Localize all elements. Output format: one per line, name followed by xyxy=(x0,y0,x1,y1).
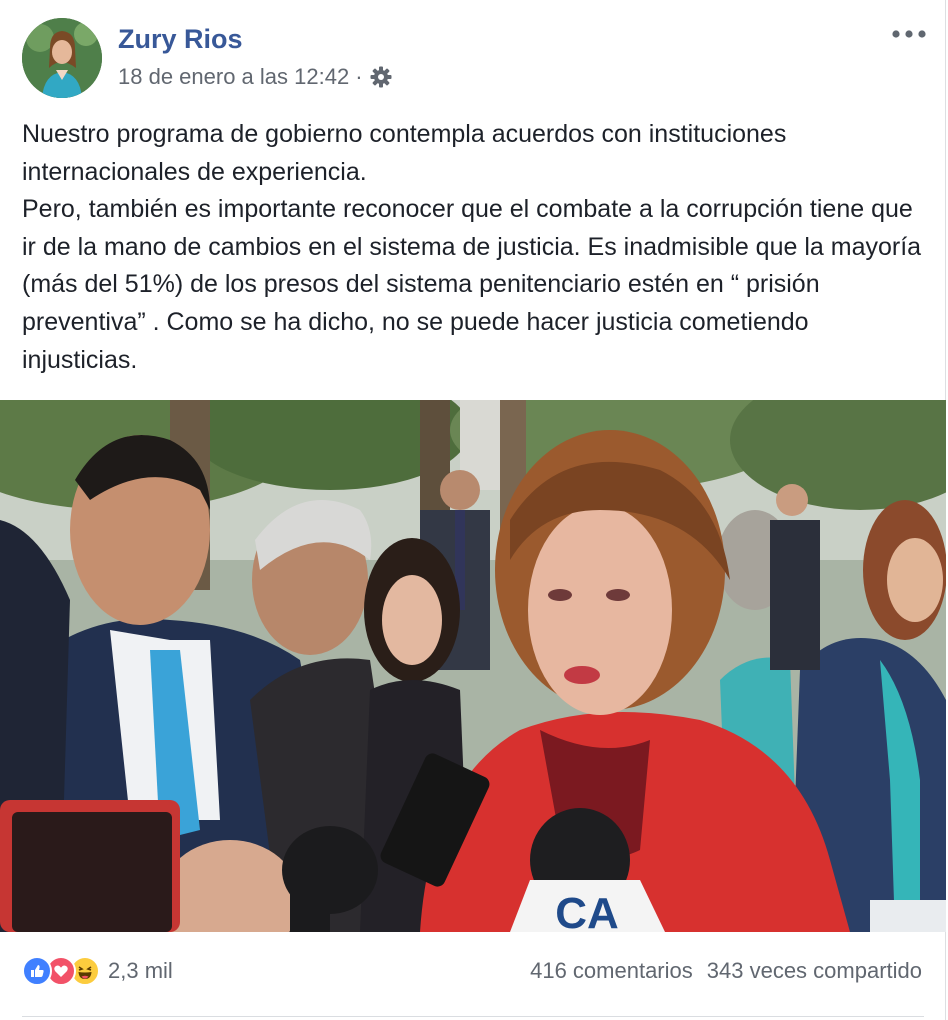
footer-divider xyxy=(22,1016,924,1017)
reaction-count: 2,3 mil xyxy=(108,958,173,983)
post-meta: 18 de enero a las 12:42 · xyxy=(118,64,393,90)
gear-icon[interactable] xyxy=(369,65,393,89)
post-footer: 2,3 mil 416 comentarios 343 veces compar… xyxy=(0,932,946,1020)
post-message: Nuestro programa de gobierno contempla a… xyxy=(22,116,927,379)
comments-count-link[interactable]: 416 comentarios xyxy=(530,958,693,984)
post-timestamp[interactable]: 18 de enero a las 12:42 xyxy=(118,64,349,90)
engagement-stats: 416 comentarios 343 veces compartido xyxy=(530,958,922,984)
post-photo[interactable]: CA xyxy=(0,400,946,932)
author-name[interactable]: Zury Rios xyxy=(118,24,243,55)
reactions-summary[interactable]: 2,3 mil xyxy=(22,956,173,986)
post-card: Zury Rios 18 de enero a las 12:42 · Nues… xyxy=(0,0,946,1020)
more-options-icon[interactable] xyxy=(891,20,927,48)
microphone-logo: CA xyxy=(555,889,619,932)
author-avatar[interactable] xyxy=(22,18,102,98)
meta-separator: · xyxy=(355,64,363,89)
shares-count-link[interactable]: 343 veces compartido xyxy=(707,958,922,984)
like-icon xyxy=(22,956,52,986)
message-paragraph: Nuestro programa de gobierno contempla a… xyxy=(22,120,787,186)
message-paragraph: Pero, también es importante reconocer qu… xyxy=(22,195,922,374)
